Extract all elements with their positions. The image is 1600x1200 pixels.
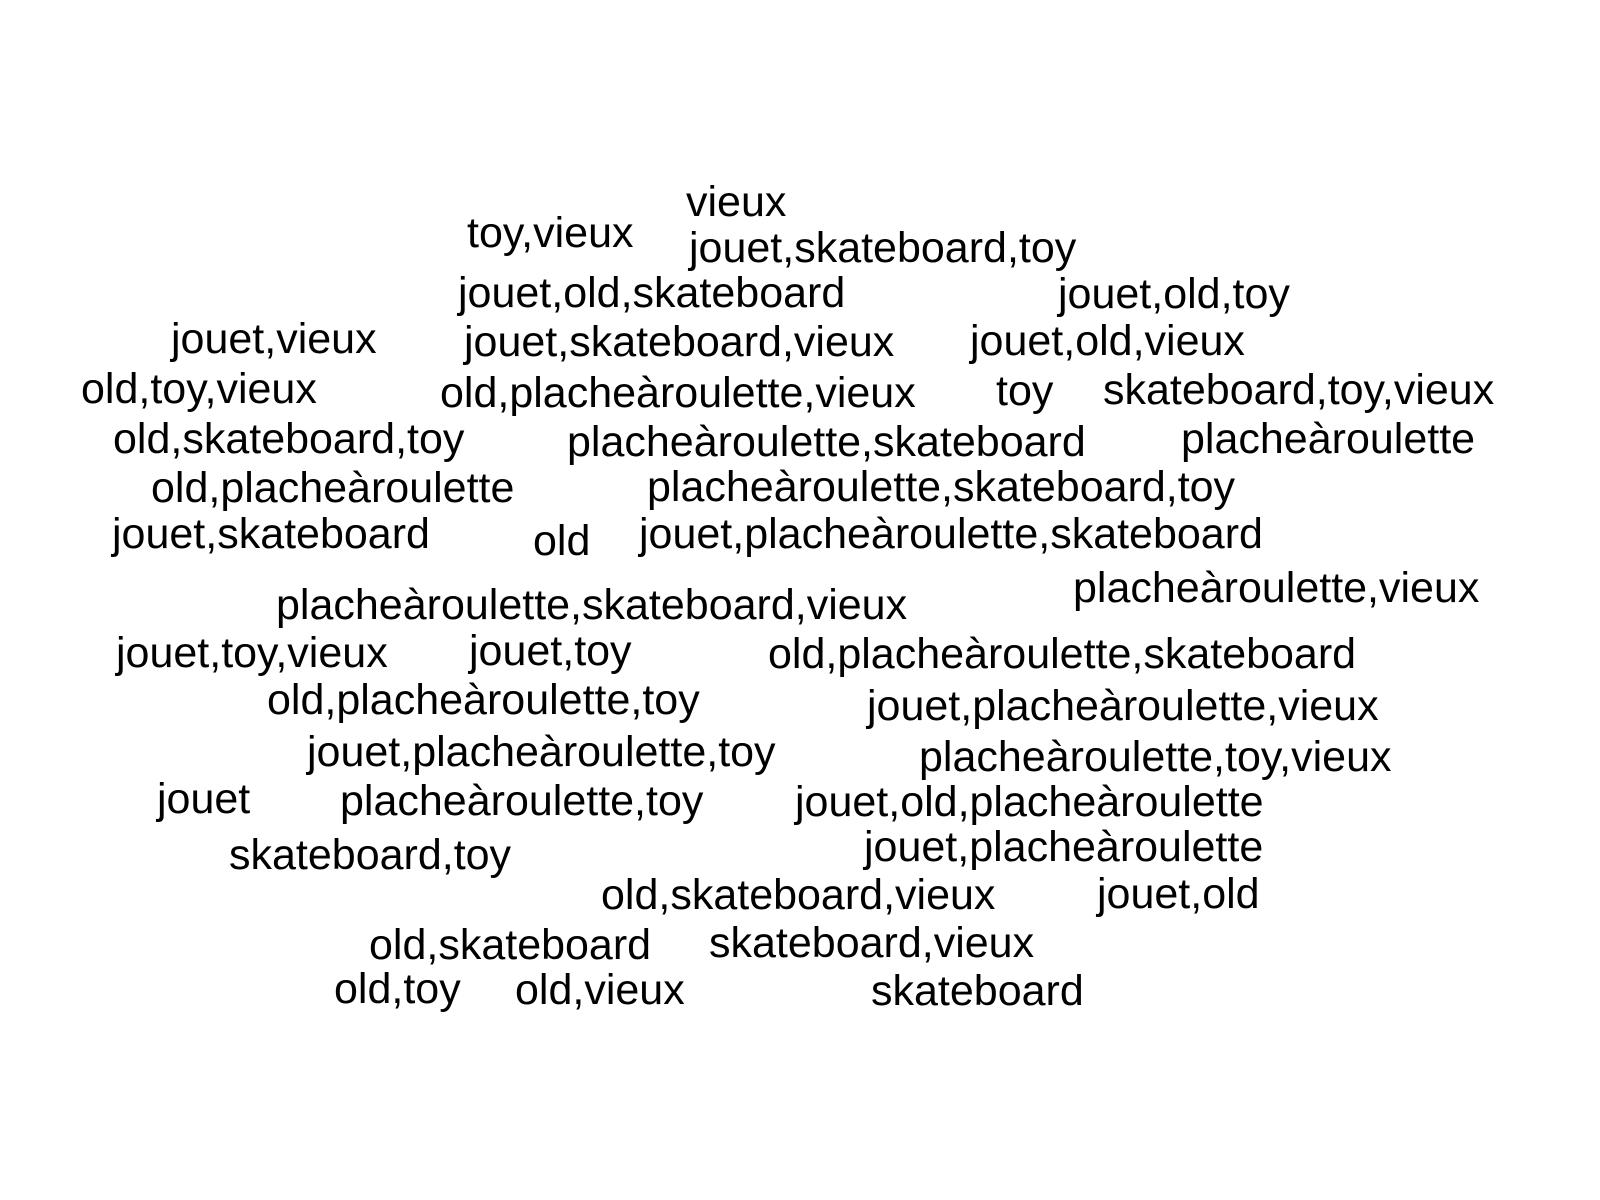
word: skateboard (871, 967, 1084, 1015)
word: placheàroulette,skateboard,vieux (276, 581, 908, 629)
word: jouet,placheàroulette,vieux (867, 682, 1379, 730)
word: jouet,toy (469, 627, 632, 675)
word: jouet,toy,vieux (116, 629, 388, 677)
word-cloud: vieux toy,vieux jouet,skateboard,toy jou… (0, 0, 1600, 1200)
word: jouet,old,placheàroulette (795, 778, 1264, 826)
word: placheàroulette,toy (340, 777, 704, 825)
word: placheàroulette (1181, 415, 1476, 463)
word: placheàroulette,toy,vieux (919, 733, 1392, 781)
word: jouet (157, 775, 251, 823)
word: old,toy,vieux (81, 365, 317, 413)
word: toy (996, 367, 1054, 415)
word: placheàroulette,skateboard,toy (647, 463, 1236, 511)
word: old,toy (334, 965, 461, 1013)
word: jouet,skateboard,toy (689, 224, 1077, 272)
word: old,placheàroulette,skateboard (768, 630, 1357, 678)
word: vieux (686, 178, 787, 226)
word: old,placheàroulette,vieux (440, 369, 916, 417)
word: jouet,old,toy (1058, 270, 1290, 318)
word: old,placheàroulette (151, 464, 515, 512)
word: jouet,placheàroulette,skateboard (639, 510, 1263, 558)
word: placheàroulette,vieux (1073, 564, 1480, 612)
word: jouet,skateboard,vieux (464, 318, 895, 366)
word: toy,vieux (467, 209, 634, 257)
word: jouet,skateboard (112, 510, 430, 558)
word: skateboard,toy (229, 831, 512, 879)
word: jouet,placheàroulette (864, 823, 1264, 871)
word: jouet,placheàroulette,toy (307, 728, 776, 776)
word: old,placheàroulette,toy (267, 676, 700, 724)
word: old,vieux (515, 966, 685, 1014)
word: old (533, 517, 591, 565)
word: jouet,vieux (171, 315, 377, 363)
word: skateboard,vieux (709, 919, 1035, 967)
word: old,skateboard (369, 921, 652, 969)
word: old,skateboard,toy (113, 415, 465, 463)
word: jouet,old,skateboard (458, 269, 846, 317)
word: old,skateboard,vieux (601, 871, 996, 919)
word: placheàroulette,skateboard (567, 418, 1086, 466)
word: skateboard,toy,vieux (1103, 366, 1495, 414)
word: jouet,old (1097, 870, 1260, 918)
word: jouet,old,vieux (970, 317, 1245, 365)
